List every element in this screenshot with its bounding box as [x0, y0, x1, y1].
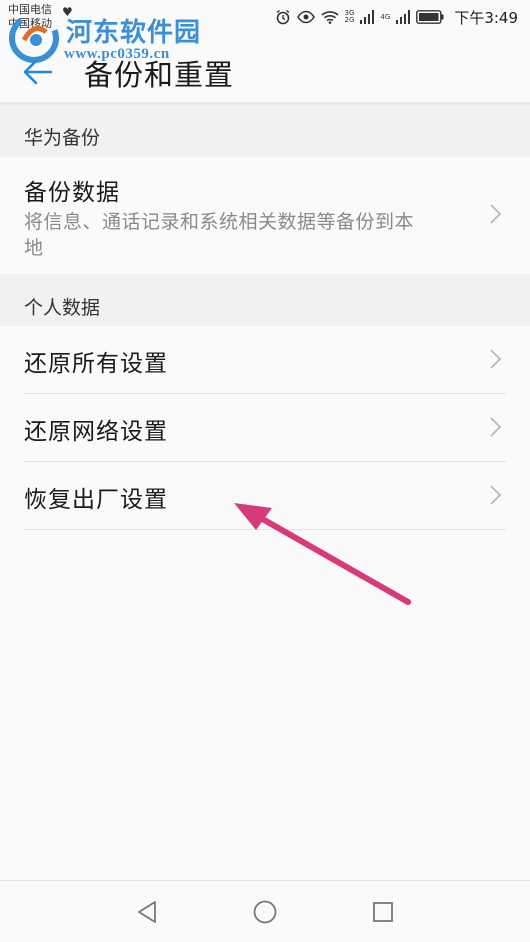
- signal-icon-2: [396, 10, 411, 24]
- app-header: 备份和重置: [0, 36, 530, 104]
- chevron-right-icon: [490, 204, 502, 224]
- chevron-right-icon: [490, 485, 502, 505]
- chevron-right-icon: [490, 349, 502, 369]
- square-recent-icon: [373, 902, 393, 922]
- nav-recent-button[interactable]: [366, 895, 400, 929]
- list-item-reset-network-settings[interactable]: 还原网络设置: [0, 394, 530, 462]
- arrow-left-icon: [23, 59, 53, 85]
- triangle-back-icon: [138, 901, 156, 923]
- screen: 中国电信 中国移动 ♥ 3G 2G 4G 下午3:49 河东软件园 www.pc…: [0, 0, 530, 942]
- nav-home-button[interactable]: [248, 895, 282, 929]
- divider: [24, 529, 506, 530]
- status-icons: 3G 2G 4G 下午3:49: [275, 6, 518, 28]
- section-title: 个人数据: [24, 297, 101, 319]
- item-subtitle: 将信息、通话记录和系统相关数据等备份到本 地: [24, 209, 484, 261]
- item-title: 还原网络设置: [24, 419, 168, 445]
- chevron-right-icon: [490, 417, 502, 437]
- wifi-icon: [320, 10, 339, 24]
- item-subtitle-line-1: 将信息、通话记录和系统相关数据等备份到本: [24, 211, 415, 233]
- section-title: 华为备份: [24, 127, 101, 149]
- page-title: 备份和重置: [84, 58, 235, 92]
- alarm-icon: [275, 9, 291, 25]
- list-item-backup-data[interactable]: 备份数据 将信息、通话记录和系统相关数据等备份到本 地: [0, 157, 530, 274]
- section-header-huawei-backup: 华为备份: [0, 105, 530, 157]
- item-title: 恢复出厂设置: [24, 487, 168, 513]
- nav-back-button[interactable]: [130, 895, 164, 929]
- battery-icon: [416, 10, 444, 24]
- status-time: 下午3:49: [454, 8, 518, 27]
- list-item-factory-reset[interactable]: 恢复出厂设置: [0, 462, 530, 530]
- navigation-bar: [0, 880, 530, 942]
- list-item-reset-all-settings[interactable]: 还原所有设置: [0, 326, 530, 394]
- eye-icon: [296, 10, 315, 24]
- circle-home-icon: [253, 900, 277, 924]
- back-button[interactable]: [20, 54, 56, 90]
- section-header-personal-data: 个人数据: [0, 274, 530, 326]
- item-title: 备份数据: [24, 180, 120, 206]
- item-subtitle-line-2: 地: [24, 237, 44, 259]
- item-title: 还原所有设置: [24, 351, 168, 377]
- network-type-label: 3G 2G: [344, 9, 355, 24]
- signal-icon: [360, 10, 375, 24]
- network-type-label-2: 4G: [380, 12, 391, 21]
